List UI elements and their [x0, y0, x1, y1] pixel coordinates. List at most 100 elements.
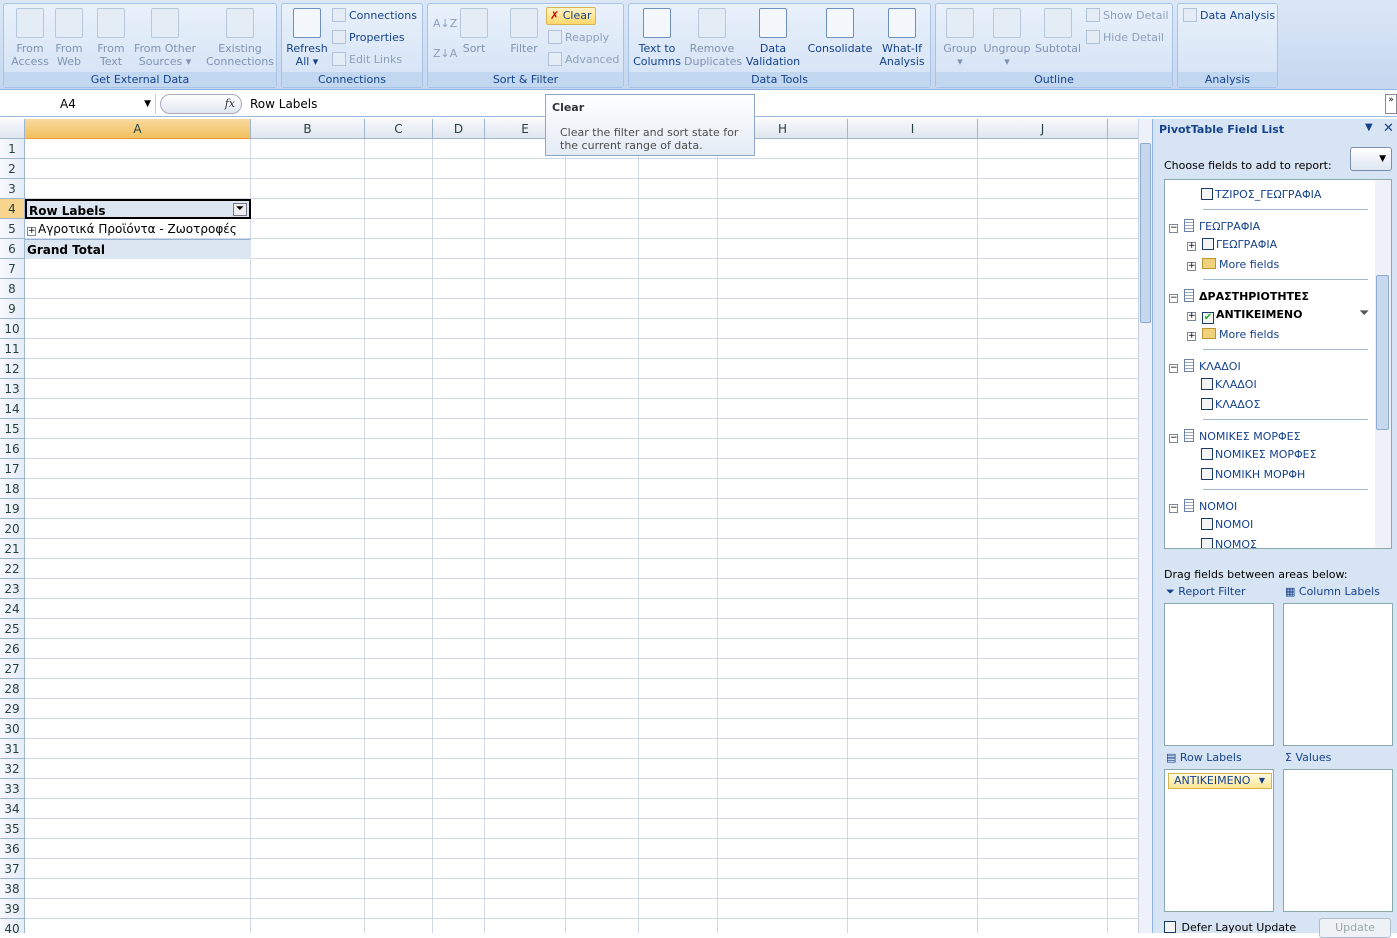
checkbox[interactable]: [1201, 448, 1213, 460]
row-header-24[interactable]: 24: [0, 599, 25, 619]
row-header-11[interactable]: 11: [0, 339, 25, 359]
row-header-10[interactable]: 10: [0, 319, 25, 339]
column-header-D[interactable]: D: [433, 119, 485, 139]
row-header-6[interactable]: 6: [0, 239, 25, 259]
column-labels-area[interactable]: [1283, 603, 1393, 746]
cell-A4-row-labels[interactable]: Row Labels ⏷: [25, 199, 251, 219]
row-header-33[interactable]: 33: [0, 779, 25, 799]
sort-z-a-button[interactable]: Z↓A: [433, 46, 457, 62]
what-if-analysis-button[interactable]: What-If Analysis ▾: [875, 8, 929, 81]
row-header-27[interactable]: 27: [0, 659, 25, 679]
field-item[interactable]: + ✔ ΑΝΤΙΚΕΙΜΕΝΟ: [1187, 306, 1302, 324]
field-list-scrollbar[interactable]: [1375, 180, 1391, 548]
row-header-13[interactable]: 13: [0, 379, 25, 399]
chevron-down-icon[interactable]: ▼: [144, 94, 151, 114]
row-header-9[interactable]: 9: [0, 299, 25, 319]
field-item[interactable]: + More fields: [1187, 326, 1279, 344]
field-item[interactable]: − ΔΡΑΣΤΗΡΙΟΤΗΤΕΣ: [1169, 288, 1309, 306]
field-item[interactable]: − ΝΟΜΙΚΕΣ ΜΟΡΦΕΣ: [1169, 428, 1301, 446]
from-other-sources-button[interactable]: From Other Sources ▾: [132, 8, 198, 68]
ungroup-button[interactable]: Ungroup ▾: [982, 8, 1032, 68]
row-header-35[interactable]: 35: [0, 819, 25, 839]
row-labels-area[interactable]: ΑΝΤΙΚΕΙΜΕΝΟ ▼: [1164, 769, 1274, 912]
consolidate-button[interactable]: Consolidate: [807, 8, 873, 55]
collapse-icon[interactable]: −: [1169, 504, 1178, 513]
row-header-8[interactable]: 8: [0, 279, 25, 299]
column-header-C[interactable]: C: [365, 119, 433, 139]
report-filter-area[interactable]: [1164, 603, 1274, 746]
filter-button[interactable]: Filter: [506, 8, 542, 55]
edit-links-button[interactable]: Edit Links: [332, 52, 402, 68]
checkbox[interactable]: [1201, 518, 1213, 530]
group-button[interactable]: Group ▾: [940, 8, 980, 68]
row-header-38[interactable]: 38: [0, 879, 25, 899]
expand-icon[interactable]: +: [1187, 262, 1196, 271]
column-header-J[interactable]: J: [978, 119, 1108, 139]
from-access-button[interactable]: From Access: [10, 8, 50, 68]
close-icon[interactable]: ✕: [1383, 121, 1394, 136]
row-header-4[interactable]: 4: [0, 199, 25, 219]
from-text-button[interactable]: From Text: [94, 8, 128, 68]
row-header-36[interactable]: 36: [0, 839, 25, 859]
refresh-all-button[interactable]: Refresh All ▾: [285, 8, 329, 68]
row-header-1[interactable]: 1: [0, 139, 25, 159]
data-analysis-button[interactable]: Data Analysis: [1183, 8, 1275, 24]
expand-icon[interactable]: +: [1187, 242, 1196, 251]
column-header-I[interactable]: I: [848, 119, 978, 139]
checkbox[interactable]: [1201, 188, 1213, 200]
row-header-17[interactable]: 17: [0, 459, 25, 479]
layout-button[interactable]: ▼: [1350, 147, 1392, 171]
spreadsheet-grid[interactable]: ABCDEFGHIJ123456789101112131415161718192…: [0, 119, 1138, 933]
text-to-columns-button[interactable]: Text to Columns: [633, 8, 681, 68]
row-header-7[interactable]: 7: [0, 259, 25, 279]
defer-layout-update-checkbox[interactable]: Defer Layout Update: [1164, 921, 1296, 934]
row-header-26[interactable]: 26: [0, 639, 25, 659]
connections-button[interactable]: Connections: [332, 8, 417, 24]
formula-input[interactable]: Row Labels: [250, 94, 317, 114]
field-item[interactable]: − ΚΛΑΔΟΙ: [1169, 358, 1241, 376]
properties-button[interactable]: Properties: [332, 30, 405, 46]
select-all-button[interactable]: [0, 119, 25, 139]
sort-button[interactable]: Sort: [458, 8, 490, 55]
field-item[interactable]: + More fields: [1187, 256, 1279, 274]
update-button[interactable]: Update: [1319, 918, 1391, 938]
column-header-A[interactable]: A: [25, 119, 251, 139]
field-item[interactable]: ΚΛΑΔΟΙ: [1201, 376, 1257, 394]
field-item[interactable]: − ΓΕΩΓΡΑΦΙΑ: [1169, 218, 1260, 236]
filter-dropdown-icon[interactable]: ⏷: [233, 203, 247, 216]
collapse-icon[interactable]: −: [1169, 364, 1178, 373]
cell-A6-grand-total[interactable]: Grand Total: [25, 239, 251, 259]
row-header-12[interactable]: 12: [0, 359, 25, 379]
field-item[interactable]: ΝΟΜΙΚΗ ΜΟΡΦΗ: [1201, 466, 1305, 484]
collapse-icon[interactable]: −: [1169, 224, 1178, 233]
from-web-button[interactable]: From Web: [52, 8, 86, 68]
row-header-28[interactable]: 28: [0, 679, 25, 699]
row-header-40[interactable]: 40: [0, 919, 25, 933]
row-header-37[interactable]: 37: [0, 859, 25, 879]
sort-a-z-button[interactable]: A↓Z: [433, 16, 457, 32]
column-header-B[interactable]: B: [251, 119, 365, 139]
row-header-30[interactable]: 30: [0, 719, 25, 739]
row-header-23[interactable]: 23: [0, 579, 25, 599]
row-header-16[interactable]: 16: [0, 439, 25, 459]
data-validation-button[interactable]: Data Validation ▾: [742, 8, 804, 81]
field-item[interactable]: + ΓΕΩΓΡΑΦΙΑ: [1187, 236, 1277, 254]
field-list[interactable]: ΤΖΙΡΟΣ_ΓΕΩΓΡΑΦΙΑ − ΓΕΩΓΡΑΦΙΑ + ΓΕΩΓΡΑΦΙΑ + Mor…: [1164, 179, 1392, 549]
row-header-18[interactable]: 18: [0, 479, 25, 499]
row-header-34[interactable]: 34: [0, 799, 25, 819]
collapse-icon[interactable]: −: [1169, 434, 1178, 443]
expand-icon[interactable]: +: [1187, 332, 1196, 341]
scrollbar-thumb[interactable]: [1140, 143, 1151, 323]
field-item[interactable]: ΤΖΙΡΟΣ_ΓΕΩΓΡΑΦΙΑ: [1201, 186, 1321, 204]
row-header-19[interactable]: 19: [0, 499, 25, 519]
advanced-button[interactable]: Advanced: [548, 52, 619, 68]
field-item[interactable]: ΚΛΑΔΟΣ: [1201, 396, 1260, 414]
checkbox[interactable]: ✔: [1202, 312, 1214, 324]
row-header-39[interactable]: 39: [0, 899, 25, 919]
row-header-32[interactable]: 32: [0, 759, 25, 779]
name-box[interactable]: A4 ▼: [0, 94, 156, 114]
row-header-25[interactable]: 25: [0, 619, 25, 639]
row-header-2[interactable]: 2: [0, 159, 25, 179]
pane-options-icon[interactable]: ▼: [1365, 122, 1373, 133]
vertical-scrollbar[interactable]: [1138, 119, 1152, 933]
